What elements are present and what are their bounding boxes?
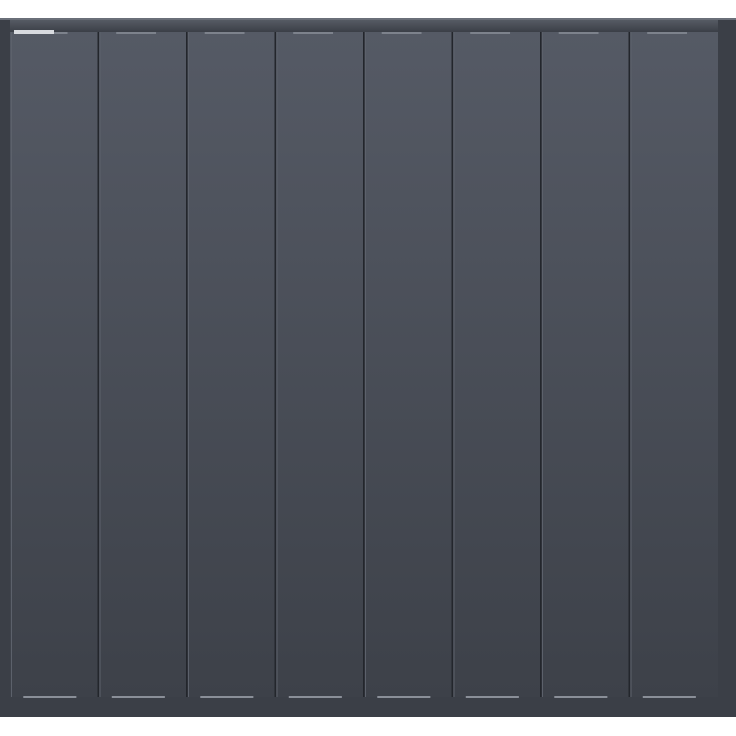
board-edge-highlight xyxy=(542,32,543,697)
board-seam xyxy=(628,32,631,697)
board-edge-highlight xyxy=(99,32,101,697)
board-edge-highlight xyxy=(188,32,189,697)
top-clip xyxy=(116,32,157,34)
board-edge-highlight xyxy=(11,32,12,697)
board-edge-highlight xyxy=(365,32,366,697)
board-edge-highlight xyxy=(630,32,632,697)
fence-board xyxy=(364,32,453,697)
frame-right-post xyxy=(718,18,736,717)
bottom-clip xyxy=(200,696,254,698)
fence-board xyxy=(452,32,541,697)
boards-group xyxy=(10,32,718,697)
top-clip xyxy=(204,32,245,34)
fence-board xyxy=(98,32,187,697)
bottom-clip xyxy=(465,696,519,698)
top-clip xyxy=(293,32,334,34)
bottom-clip xyxy=(377,696,431,698)
board-edge-highlight xyxy=(453,32,455,697)
fence-board xyxy=(541,32,630,697)
board-seam xyxy=(451,32,454,697)
bottom-clip xyxy=(554,696,608,698)
top-clip xyxy=(470,32,511,34)
bottom-clip xyxy=(642,696,696,698)
board-edge-highlight xyxy=(276,32,278,697)
fence-board xyxy=(629,32,718,697)
bottom-clip xyxy=(288,696,342,698)
bottom-clip xyxy=(23,696,77,698)
fence-board xyxy=(275,32,364,697)
fence-board xyxy=(187,32,276,697)
bottom-clip xyxy=(111,696,165,698)
board-seam xyxy=(186,32,188,697)
frame-top-rail xyxy=(0,18,736,32)
fence-panel-image xyxy=(0,0,736,736)
fence-board xyxy=(10,32,99,697)
corner-clip xyxy=(14,30,54,34)
top-clip xyxy=(558,32,599,34)
top-clip xyxy=(381,32,422,34)
frame-bottom-rail xyxy=(0,697,736,717)
board-seam xyxy=(274,32,277,697)
board-seam xyxy=(97,32,100,697)
top-clip xyxy=(647,32,688,34)
frame-left-post xyxy=(0,18,10,717)
fence-panel xyxy=(0,18,736,717)
board-seam xyxy=(540,32,542,697)
top-edge-highlight xyxy=(0,18,736,20)
board-seam xyxy=(363,32,365,697)
